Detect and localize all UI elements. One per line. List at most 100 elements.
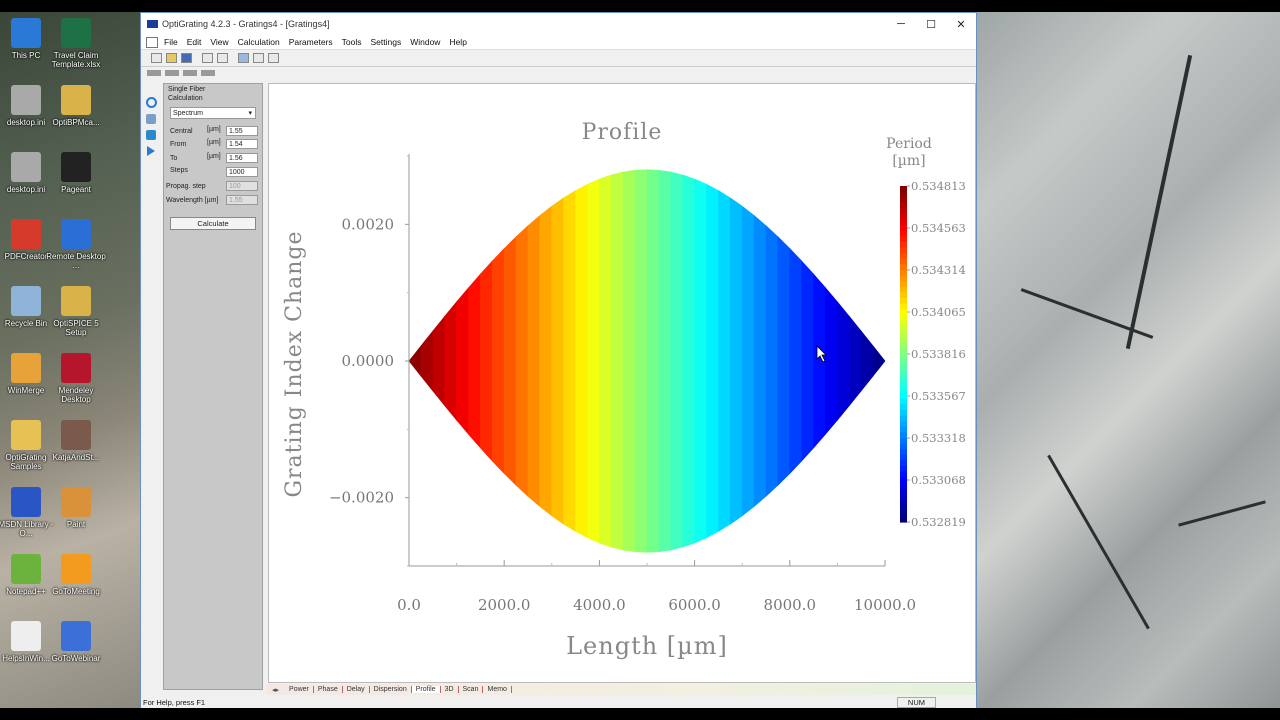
steps-input[interactable]: 1000 bbox=[226, 167, 258, 177]
colorbar-segment bbox=[900, 516, 907, 523]
x-tick-label: 4000.0 bbox=[573, 596, 626, 614]
profile-strip bbox=[718, 189, 731, 533]
app-icon bbox=[61, 152, 91, 182]
colorbar-segment bbox=[900, 432, 907, 439]
to-input[interactable]: 1.56 bbox=[226, 153, 258, 163]
app-icon bbox=[11, 420, 41, 450]
tab-memo[interactable]: Memo bbox=[483, 686, 512, 693]
y-tick-label: 0.0000 bbox=[342, 352, 395, 370]
colorbar-segment bbox=[900, 202, 907, 209]
graph-icon[interactable] bbox=[146, 114, 156, 124]
tab-phase[interactable]: Phase bbox=[314, 686, 343, 693]
colorbar-segment bbox=[900, 393, 907, 400]
tab-power[interactable]: Power bbox=[285, 686, 314, 693]
colorbar-segment bbox=[900, 326, 907, 333]
to-label: To bbox=[170, 155, 178, 162]
wavelength-label: Wavelength [µm] bbox=[166, 197, 219, 204]
desktop-icon[interactable]: GoToMeeting bbox=[44, 554, 108, 596]
view-toggle-icon[interactable] bbox=[201, 70, 215, 76]
zoom-icon[interactable] bbox=[253, 53, 264, 63]
desktop-icon[interactable]: Paint bbox=[44, 487, 108, 529]
x-tick-label: 0.0 bbox=[397, 596, 421, 614]
desktop-icon[interactable]: OptiSPICE 5 Setup bbox=[44, 286, 108, 337]
colorbar-segment bbox=[900, 359, 907, 366]
desktop-icon[interactable]: Pageant bbox=[44, 152, 108, 194]
colorbar-segment bbox=[900, 186, 907, 193]
wavelength-input[interactable]: 1.55 bbox=[226, 195, 258, 205]
view-toggle-icon[interactable] bbox=[183, 70, 197, 76]
colorbar-segment bbox=[900, 320, 907, 327]
chart-title: Profile bbox=[582, 120, 663, 145]
menu-parameters[interactable]: Parameters bbox=[289, 37, 333, 47]
menu-settings[interactable]: Settings bbox=[370, 37, 401, 47]
x-tick-label: 10000.0 bbox=[854, 596, 916, 614]
print-icon[interactable] bbox=[217, 53, 228, 63]
tab-profile[interactable]: Profile bbox=[411, 686, 441, 693]
secondary-toolbar bbox=[141, 67, 976, 79]
open-icon[interactable] bbox=[166, 53, 177, 63]
menu-tools[interactable]: Tools bbox=[342, 37, 362, 47]
desktop-icon[interactable]: OptiBPMca... bbox=[44, 85, 108, 127]
colorbar-segment bbox=[900, 247, 907, 254]
menu-calculation[interactable]: Calculation bbox=[238, 37, 280, 47]
desktop-icon[interactable]: Travel Claim Template.xlsx bbox=[44, 18, 108, 69]
tab-dispersion[interactable]: Dispersion bbox=[370, 686, 412, 693]
tab-delay[interactable]: Delay bbox=[343, 686, 370, 693]
mode-select[interactable]: Spectrum ▾ bbox=[170, 107, 256, 119]
colorbar-segment bbox=[900, 303, 907, 310]
tab-scroll-icon[interactable]: ◂▸ bbox=[266, 686, 285, 694]
desktop-icon[interactable]: GoToWebinar bbox=[44, 621, 108, 663]
colorbar-segment bbox=[900, 208, 907, 215]
menu-help[interactable]: Help bbox=[449, 37, 466, 47]
menu-file[interactable]: File bbox=[164, 37, 178, 47]
menu-window[interactable]: Window bbox=[410, 37, 440, 47]
maximize-button[interactable]: ☐ bbox=[916, 18, 946, 31]
side-toolbar bbox=[143, 93, 159, 162]
menu-view[interactable]: View bbox=[210, 37, 228, 47]
propag-input[interactable]: 100 bbox=[226, 181, 258, 191]
view-toggle-icon[interactable] bbox=[165, 70, 179, 76]
central-input[interactable]: 1.55 bbox=[226, 126, 258, 136]
export-icon[interactable] bbox=[268, 53, 279, 63]
y-tick-label: −0.0020 bbox=[329, 489, 394, 507]
calculate-button[interactable]: Calculate bbox=[170, 217, 256, 230]
from-label: From bbox=[170, 141, 187, 148]
colorbar-segment bbox=[900, 466, 907, 473]
colorbar-segment bbox=[900, 264, 907, 271]
colorbar-segment bbox=[900, 365, 907, 372]
run-icon[interactable] bbox=[147, 146, 155, 156]
colorbar-segment bbox=[900, 331, 907, 338]
tab-scan[interactable]: Scan bbox=[459, 686, 484, 693]
minimize-button[interactable]: ─ bbox=[886, 18, 916, 30]
status-num: NUM bbox=[896, 696, 936, 708]
save-icon[interactable] bbox=[181, 53, 192, 63]
profile-strip bbox=[563, 189, 576, 533]
profile-strip bbox=[527, 214, 541, 508]
menu-edit[interactable]: Edit bbox=[187, 37, 202, 47]
window-title: OptiGrating 4.2.3 - Gratings4 - [Grating… bbox=[162, 19, 330, 29]
from-input[interactable]: 1.54 bbox=[226, 139, 258, 149]
to-unit: [µm] bbox=[207, 153, 221, 160]
app-icon bbox=[61, 85, 91, 115]
colorbar-segment bbox=[900, 387, 907, 394]
desktop-icon[interactable]: Mendeley Desktop bbox=[44, 353, 108, 404]
desktop-icon[interactable]: KatjaAndSt... bbox=[44, 420, 108, 462]
layout-icon[interactable] bbox=[238, 53, 249, 63]
desktop-icon-label: Pageant bbox=[61, 185, 91, 194]
target-icon[interactable] bbox=[145, 97, 157, 108]
view-toggle-icon[interactable] bbox=[147, 70, 161, 76]
colorbar-segment bbox=[900, 410, 907, 417]
new-icon[interactable] bbox=[151, 53, 162, 63]
app-icon bbox=[61, 353, 91, 383]
colorbar-segment bbox=[900, 454, 907, 461]
desktop-icon[interactable]: Remote Desktop ... bbox=[44, 219, 108, 270]
document-icon[interactable] bbox=[146, 36, 158, 48]
tab-3d[interactable]: 3D bbox=[441, 686, 459, 693]
table-icon[interactable] bbox=[146, 130, 156, 140]
copy-icon[interactable] bbox=[202, 53, 213, 63]
colorbar-segment bbox=[900, 214, 907, 221]
colorbar-tick-label: 0.534813 bbox=[911, 179, 966, 193]
calculation-panel: Single Fiber Calculation Spectrum ▾ Cent… bbox=[163, 83, 263, 690]
close-button[interactable]: ✕ bbox=[946, 18, 976, 31]
title-bar: OptiGrating 4.2.3 - Gratings4 - [Grating… bbox=[141, 13, 976, 35]
